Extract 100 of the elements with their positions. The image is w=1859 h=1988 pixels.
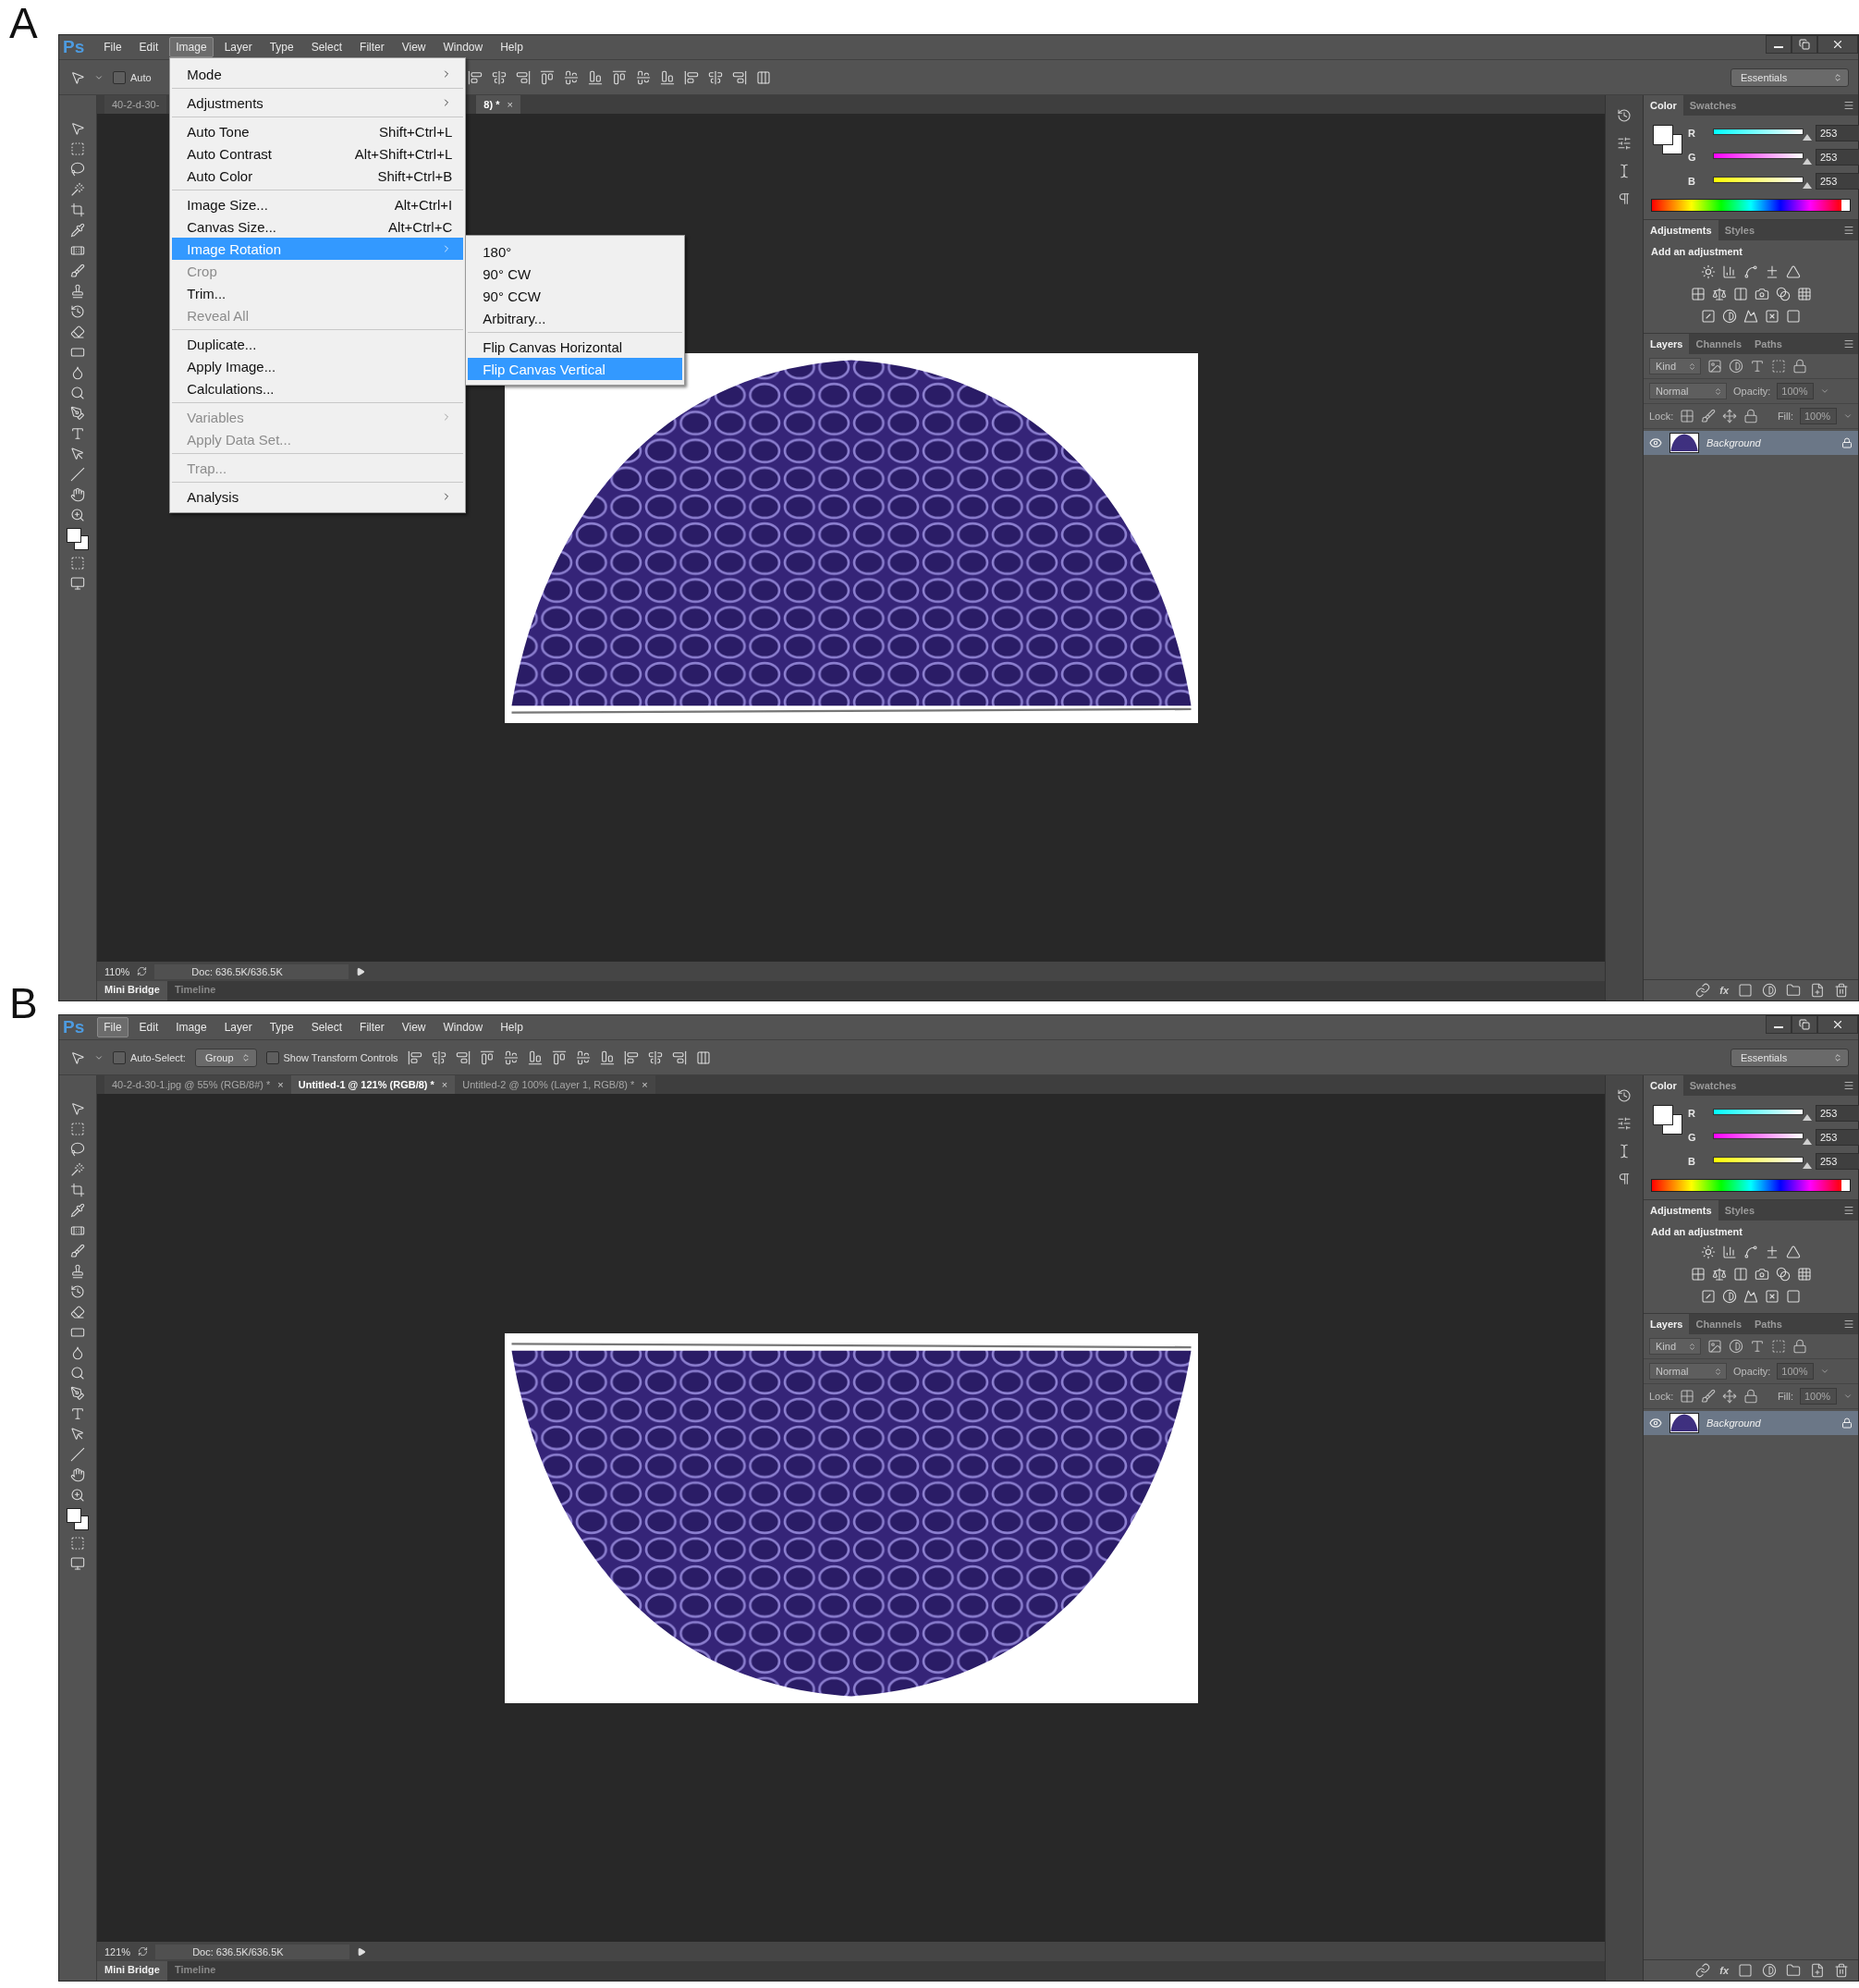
distribute-icon[interactable]: [635, 69, 651, 85]
type-icon[interactable]: [1750, 1339, 1765, 1354]
tab-close-button[interactable]: ×: [642, 1079, 648, 1090]
plus-minus-icon[interactable]: [1765, 264, 1780, 279]
menu-bar-item[interactable]: Image: [169, 37, 214, 57]
brush-icon[interactable]: [1701, 409, 1717, 423]
move-tool-icon[interactable]: [70, 1049, 85, 1065]
triangle-icon[interactable]: [1786, 1245, 1801, 1259]
value-field[interactable]: 253: [1816, 1105, 1859, 1122]
menu-bar-item[interactable]: Type: [263, 37, 300, 57]
contrast-icon[interactable]: [1722, 309, 1737, 324]
eyedropper-icon[interactable]: [70, 223, 85, 238]
new-layer-icon[interactable]: [1810, 983, 1825, 998]
filter-dropdown[interactable]: Kind: [1649, 358, 1701, 374]
menu-item[interactable]: Flip Canvas Horizontal: [468, 336, 683, 358]
menu-bar-item[interactable]: Select: [304, 1017, 349, 1037]
marquee-icon[interactable]: [70, 141, 85, 156]
bar-chart-icon[interactable]: [1722, 264, 1737, 279]
align-icon[interactable]: [515, 69, 531, 85]
cross-square-icon[interactable]: [1765, 1289, 1780, 1304]
pointer-icon[interactable]: [70, 447, 85, 461]
panel-tab[interactable]: Styles: [1718, 1200, 1762, 1221]
marquee-icon[interactable]: [70, 1122, 85, 1136]
bottom-tab[interactable]: Timeline: [166, 981, 224, 1000]
play-icon[interactable]: [357, 1946, 367, 1957]
lock-icon[interactable]: [1743, 409, 1759, 423]
menu-item[interactable]: Calculations...: [172, 377, 464, 399]
hand-icon[interactable]: [70, 1467, 85, 1482]
brush-icon[interactable]: [70, 264, 85, 278]
menu-bar-item[interactable]: Edit: [132, 37, 165, 57]
lock-icon[interactable]: [1792, 359, 1807, 374]
grid-icon[interactable]: [1690, 287, 1706, 301]
menu-bar-item[interactable]: Image: [169, 1017, 214, 1037]
eraser-icon[interactable]: [70, 325, 85, 339]
zoom-icon[interactable]: [70, 1488, 85, 1503]
menu-bar-item[interactable]: Help: [494, 1017, 530, 1037]
bottom-tab[interactable]: Timeline: [166, 1961, 224, 1981]
stamp-icon[interactable]: [70, 284, 85, 299]
table-icon[interactable]: [1796, 1267, 1812, 1282]
distribute-icon[interactable]: [683, 69, 699, 85]
line-icon[interactable]: [70, 1447, 85, 1462]
menu-bar-item[interactable]: Help: [494, 37, 530, 57]
value-field[interactable]: 253: [1816, 1153, 1859, 1170]
menu-item[interactable]: Auto Tone Shift+Ctrl+L: [172, 120, 464, 142]
close-button[interactable]: [1817, 35, 1858, 54]
color-swatches-icon[interactable]: [67, 528, 89, 550]
menu-item[interactable]: Auto Color Shift+Ctrl+B: [172, 165, 464, 187]
stamp-icon[interactable]: [70, 1264, 85, 1279]
menu-item[interactable]: Image Size... Alt+Ctrl+I: [172, 193, 464, 215]
checker-icon[interactable]: [1680, 409, 1695, 423]
camera-icon[interactable]: [1754, 1267, 1769, 1282]
plus-minus-icon[interactable]: [1765, 1245, 1780, 1259]
document-tab[interactable]: 40-2-d-30-: [104, 95, 167, 114]
folder-icon[interactable]: [1786, 983, 1801, 998]
move-tool-icon[interactable]: [70, 121, 85, 136]
menu-bar-item[interactable]: Filter: [353, 1017, 391, 1037]
distribute-icon[interactable]: [731, 69, 747, 85]
line-icon[interactable]: [70, 467, 85, 482]
align-icon[interactable]: [539, 69, 555, 85]
tab-close-button[interactable]: ×: [441, 1079, 448, 1090]
panel-tab[interactable]: Channels: [1689, 334, 1748, 354]
pointer-icon[interactable]: [70, 1427, 85, 1442]
move-tool-icon[interactable]: [70, 69, 85, 85]
search-icon[interactable]: [70, 1366, 85, 1381]
brush-icon[interactable]: [1701, 1389, 1717, 1404]
tab-close-button[interactable]: ×: [507, 99, 513, 110]
mountain-icon[interactable]: [1743, 309, 1758, 324]
square-icon[interactable]: [1786, 309, 1801, 324]
panel-tab[interactable]: Color: [1644, 1075, 1683, 1096]
sun-icon[interactable]: [1701, 1245, 1716, 1259]
panel-tab[interactable]: Adjustments: [1644, 1200, 1718, 1221]
search-icon[interactable]: [70, 386, 85, 400]
history-brush-icon[interactable]: [70, 304, 85, 319]
layer-row[interactable]: Background: [1644, 431, 1858, 455]
fx-label[interactable]: fx: [1719, 985, 1729, 996]
circles-icon[interactable]: [1775, 1267, 1791, 1282]
cross-square-icon[interactable]: [1765, 309, 1780, 324]
menu-bar-item[interactable]: Layer: [217, 37, 259, 57]
sun-icon[interactable]: [1701, 264, 1716, 279]
menu-item[interactable]: 90° CW: [468, 263, 683, 285]
menu-item[interactable]: Canvas Size... Alt+Ctrl+C: [172, 215, 464, 238]
menu-item[interactable]: 180°: [468, 240, 683, 263]
menu-item[interactable]: Analysis: [172, 485, 464, 508]
folder-icon[interactable]: [1786, 1963, 1801, 1978]
pen-icon[interactable]: [70, 1386, 85, 1401]
panel-tab[interactable]: Swatches: [1682, 95, 1743, 116]
mask-icon[interactable]: [1738, 983, 1753, 998]
pilcrow-icon[interactable]: [1617, 1172, 1632, 1186]
value-field[interactable]: 253: [1816, 125, 1859, 141]
workspace-dropdown[interactable]: Essentials: [1731, 1048, 1849, 1067]
screen-mode-icon[interactable]: [70, 576, 85, 591]
distribute-icon[interactable]: [647, 1049, 663, 1065]
image-icon[interactable]: [1707, 1339, 1722, 1354]
panel-tab[interactable]: Styles: [1718, 220, 1762, 240]
align-icon[interactable]: [491, 69, 507, 85]
history-icon[interactable]: [1617, 1088, 1632, 1103]
minimize-button[interactable]: [1766, 1015, 1792, 1034]
wand-icon[interactable]: [70, 1162, 85, 1177]
bandage-icon[interactable]: [70, 1223, 85, 1238]
workspace-dropdown[interactable]: Essentials: [1731, 67, 1849, 87]
